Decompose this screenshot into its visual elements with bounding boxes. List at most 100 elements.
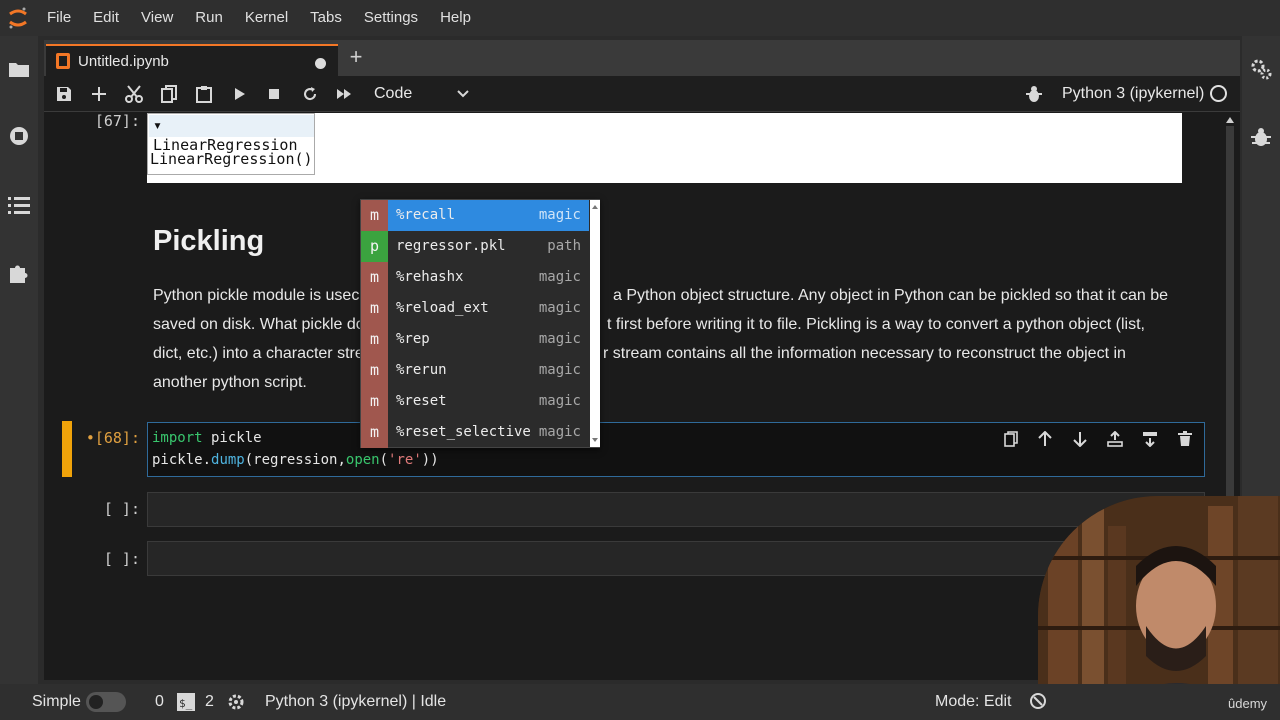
- cell-toolbar: [1000, 428, 1196, 452]
- completion-popup: m %recall magic p regressor.pkl path m %…: [360, 199, 600, 448]
- copy-icon[interactable]: [157, 82, 181, 106]
- new-launcher-button[interactable]: +: [344, 46, 368, 70]
- input-prompt-68: •[68]:: [85, 429, 140, 447]
- completion-item[interactable]: m %reset magic: [361, 386, 589, 417]
- notification-bell-icon[interactable]: [1029, 692, 1047, 716]
- completion-item[interactable]: m %rehashx magic: [361, 262, 589, 293]
- menu-help[interactable]: Help: [429, 0, 482, 36]
- code-text: pickle: [202, 430, 262, 446]
- duplicate-cell-icon[interactable]: [1000, 428, 1022, 450]
- tab-label: Untitled.ipynb: [78, 52, 169, 70]
- terminal-icon[interactable]: $_: [177, 693, 195, 717]
- chevron-down-icon: [456, 82, 470, 114]
- insert-above-icon[interactable]: [1104, 428, 1126, 450]
- estimator-box: ▾ LinearRegression LinearRegression(): [147, 113, 315, 175]
- menu-settings[interactable]: Settings: [353, 0, 429, 36]
- completion-text: %reload_ext: [396, 300, 489, 316]
- function-name: dump: [211, 452, 245, 468]
- menu-tabs[interactable]: Tabs: [299, 0, 353, 36]
- completion-item[interactable]: m %reload_ext magic: [361, 293, 589, 324]
- scroll-up-arrow-icon[interactable]: [1224, 114, 1236, 126]
- completion-kind: path: [547, 238, 581, 254]
- estimator-repr: LinearRegression(): [150, 150, 313, 168]
- scroll-down-arrow-icon[interactable]: [590, 435, 600, 445]
- completion-text: %rerun: [396, 362, 447, 378]
- completion-text: %rep: [396, 331, 430, 347]
- move-down-arrow-icon[interactable]: [1069, 428, 1091, 450]
- menu-edit[interactable]: Edit: [82, 0, 130, 36]
- completion-item[interactable]: m %rep magic: [361, 324, 589, 355]
- scrollbar-thumb[interactable]: [1226, 126, 1234, 506]
- code-text: )): [421, 452, 439, 468]
- markdown-line: Python pickle module is usec: [153, 287, 360, 304]
- kernel-name[interactable]: Python 3 (ipykernel): [1062, 82, 1204, 106]
- status-bar: Simple 0 $_ 2 Python 3 (ipykernel) | Idl…: [0, 684, 1280, 720]
- completion-item[interactable]: m %recall magic: [361, 200, 589, 231]
- code-text: pickle.: [152, 452, 212, 468]
- debugger-bug-icon[interactable]: [1248, 124, 1274, 150]
- kernel-status-idle-icon: [1210, 85, 1227, 102]
- input-prompt-empty: [ ]:: [103, 500, 140, 518]
- simple-mode-toggle[interactable]: [86, 692, 126, 712]
- extensions-puzzle-icon[interactable]: [6, 260, 32, 286]
- editor-mode: Mode: Edit: [935, 693, 1012, 710]
- completion-type-badge: m: [361, 417, 388, 448]
- move-up-arrow-icon[interactable]: [1034, 428, 1056, 450]
- scroll-up-arrow-icon[interactable]: [590, 202, 600, 212]
- cell-type-select[interactable]: Code: [374, 82, 470, 106]
- markdown-line: another python script.: [153, 374, 307, 391]
- paste-icon[interactable]: [192, 82, 216, 106]
- completion-text: %reset_selective: [396, 424, 531, 440]
- completion-text: %recall: [396, 207, 456, 223]
- menu-run[interactable]: Run: [184, 0, 234, 36]
- insert-cell-icon[interactable]: [87, 82, 111, 106]
- menu-view[interactable]: View: [130, 0, 184, 36]
- completion-scrollbar[interactable]: [590, 200, 600, 447]
- completion-type-badge: m: [361, 355, 388, 386]
- code-line-2: pickle.dump(regression,open('re')): [152, 452, 439, 468]
- kernel-count[interactable]: 2: [205, 692, 214, 712]
- markdown-line: saved on disk. What pickle do: [153, 316, 365, 333]
- terminal-count[interactable]: 0: [155, 692, 164, 712]
- menu-kernel[interactable]: Kernel: [234, 0, 299, 36]
- markdown-line: r stream contains all the information ne…: [603, 345, 1126, 362]
- delete-cell-trash-icon[interactable]: [1174, 428, 1196, 450]
- keyword: import: [152, 430, 203, 446]
- fast-forward-icon[interactable]: [332, 82, 356, 106]
- toggle-knob: [89, 695, 103, 709]
- completion-type-badge: p: [361, 231, 388, 262]
- menu-file[interactable]: File: [36, 0, 82, 36]
- table-of-contents-icon[interactable]: [6, 192, 32, 218]
- notebook-icon: [56, 53, 70, 69]
- property-inspector-gears-icon[interactable]: [1248, 56, 1274, 82]
- markdown-heading: Pickling: [153, 225, 265, 257]
- notebook-toolbar: Code Python 3 (ipykernel): [44, 76, 1240, 112]
- completion-item[interactable]: p regressor.pkl path: [361, 231, 589, 262]
- tab-untitled-notebook[interactable]: Untitled.ipynb: [46, 44, 338, 76]
- completion-type-badge: m: [361, 324, 388, 355]
- completion-text: %rehashx: [396, 269, 464, 285]
- menu-bar: File Edit View Run Kernel Tabs Settings …: [0, 0, 1280, 36]
- kernel-gear-icon[interactable]: [227, 693, 245, 717]
- markdown-line: a Python object structure. Any object in…: [613, 287, 1168, 304]
- restart-icon[interactable]: [298, 82, 322, 106]
- cut-icon[interactable]: [122, 82, 146, 106]
- completion-item[interactable]: m %reset_selective magic: [361, 417, 589, 448]
- stop-icon[interactable]: [262, 82, 286, 106]
- completion-item[interactable]: m %rerun magic: [361, 355, 589, 386]
- completion-kind: magic: [538, 269, 581, 285]
- completion-type-badge: m: [361, 200, 388, 231]
- run-icon[interactable]: [228, 82, 252, 106]
- unsaved-indicator-icon[interactable]: [315, 58, 326, 69]
- kernel-status[interactable]: Python 3 (ipykernel) | Idle: [265, 692, 446, 712]
- insert-below-icon[interactable]: [1139, 428, 1161, 450]
- empty-code-cell[interactable]: [147, 492, 1205, 527]
- running-sessions-icon[interactable]: [6, 123, 32, 149]
- debugger-bug-icon[interactable]: [1022, 82, 1046, 106]
- save-icon[interactable]: [52, 82, 76, 106]
- folder-icon[interactable]: [6, 56, 32, 82]
- code-text: (regression,: [244, 452, 346, 468]
- output-prompt-67: [67]:: [94, 112, 140, 130]
- completion-text: %reset: [396, 393, 447, 409]
- estimator-toggle[interactable]: ▾ LinearRegression: [149, 115, 314, 154]
